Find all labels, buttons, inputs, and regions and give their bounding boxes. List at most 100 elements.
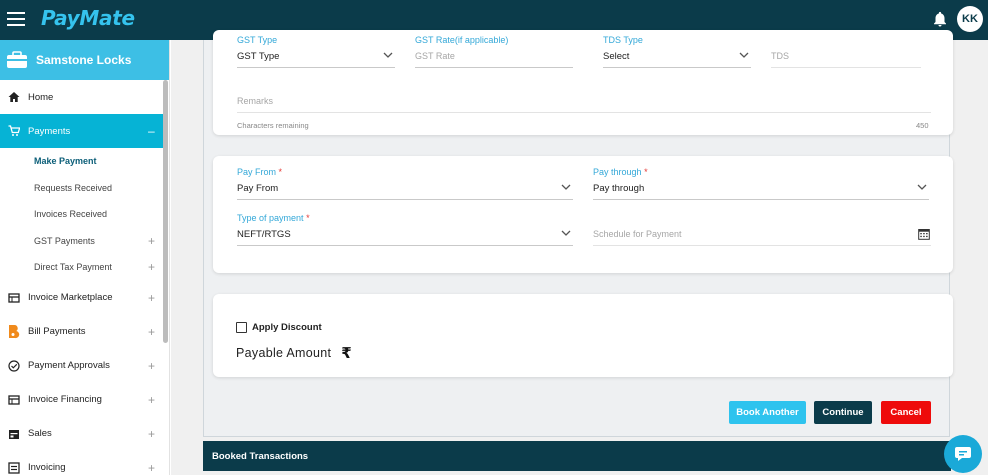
sidebar-item-label: Invoicing [28,462,66,473]
tds-type-label: TDS Type [603,35,643,45]
sidebar-subitem-label: GST Payments [34,235,95,246]
chevron-down-icon [739,52,749,58]
expand-icon[interactable]: + [148,393,155,407]
home-icon [7,91,20,104]
type-of-payment-label-text: Type of payment [237,213,304,223]
tds-type-select[interactable]: TDS Type Select [603,35,751,68]
pay-through-value: Pay through [593,183,645,194]
expand-icon[interactable]: + [148,291,155,305]
type-of-payment-label: Type of payment * [237,213,310,223]
payable-amount: Payable Amount ₹ [236,344,352,362]
required-mark: * [644,167,648,177]
pay-through-label-text: Pay through [593,167,642,177]
sidebar-subitem-requests-received[interactable]: Requests Received [0,175,169,202]
sidebar-subitem-make-payment[interactable]: Make Payment [0,148,169,175]
main-content: GST Type GST Type GST Rate(if applicable… [171,30,988,475]
apply-discount-checkbox[interactable]: Apply Discount [236,322,322,333]
approval-icon [7,359,20,372]
booked-transactions-bar[interactable]: Booked Transactions [203,441,951,471]
sidebar-item-label: Bill Payments [28,326,86,337]
book-another-button[interactable]: Book Another [729,401,806,424]
sidebar-item-label: Payments [28,125,71,137]
sidebar-item-label: Home [28,91,54,103]
tds-placeholder: TDS [771,51,789,61]
chat-icon [955,447,971,461]
avatar[interactable]: KK [957,6,983,32]
brand-logo[interactable]: PayMate [41,6,135,30]
schedule-placeholder: Schedule for Payment [593,229,682,239]
cancel-button[interactable]: Cancel [881,401,931,424]
sidebar-subitem-label: Make Payment [34,156,97,167]
apply-discount-label: Apply Discount [252,322,322,333]
company-name: Samstone Locks [36,53,132,67]
sidebar-item-invoice-financing[interactable]: Invoice Financing + [0,383,169,417]
sidebar-item-payment-approvals[interactable]: Payment Approvals + [0,349,169,383]
pay-through-label: Pay through * [593,167,648,177]
remarks-input[interactable]: Remarks [237,89,931,113]
invoicing-icon [7,461,20,474]
sidebar-item-invoice-marketplace[interactable]: Invoice Marketplace + [0,281,169,315]
collapse-icon[interactable]: – [148,124,155,138]
checkbox-box[interactable] [236,322,247,333]
expand-icon[interactable]: + [148,359,155,373]
gst-type-value: GST Type [237,51,280,62]
continue-button[interactable]: Continue [814,401,872,424]
pay-from-select[interactable]: Pay From * Pay From [237,167,573,200]
pay-through-select[interactable]: Pay through * Pay through [593,167,929,200]
calendar-icon[interactable] [918,228,930,243]
gst-type-label: GST Type [237,35,278,45]
type-of-payment-value: NEFT/RTGS [237,229,291,240]
sidebar-item-label: Payment Approvals [28,360,110,371]
bill-icon [7,324,20,338]
expand-icon[interactable]: + [148,427,155,441]
sidebar-item-label: Invoice Marketplace [28,292,113,303]
expand-icon[interactable]: + [148,234,155,248]
expand-icon[interactable]: + [148,461,155,475]
sidebar-item-sales[interactable]: Sales + [0,417,169,451]
tds-input[interactable]: TDS [771,44,921,68]
characters-remaining-label: Characters remaining [237,121,309,130]
sidebar: Samstone Locks Home Payments – Make Paym… [0,40,170,475]
sidebar-subitem-label: Invoices Received [34,209,108,220]
bell-icon[interactable] [931,10,949,28]
expand-icon[interactable]: + [148,325,155,339]
sidebar-subitem-invoices-received[interactable]: Invoices Received [0,201,169,228]
type-of-payment-select[interactable]: Type of payment * NEFT/RTGS [237,213,573,246]
remarks-placeholder: Remarks [237,96,274,106]
sidebar-item-payments[interactable]: Payments – [0,114,166,148]
chevron-down-icon [383,52,393,58]
sidebar-scrollbar[interactable] [163,80,168,343]
payment-method-card: Pay From * Pay From Pay through * Pay th… [213,156,953,273]
sidebar-item-home[interactable]: Home [0,80,169,114]
marketplace-icon [7,291,20,304]
tds-type-value: Select [603,51,630,62]
chevron-down-icon [561,230,571,236]
sidebar-subitem-gst-payments[interactable]: GST Payments + [0,228,169,255]
required-mark: * [278,167,283,177]
sidebar-subitem-direct-tax-payment[interactable]: Direct Tax Payment + [0,254,169,281]
gst-type-select[interactable]: GST Type GST Type [237,35,395,68]
financing-icon [7,393,20,406]
sidebar-item-invoicing[interactable]: Invoicing + [0,451,169,475]
schedule-payment-input[interactable]: Schedule for Payment [593,222,931,246]
menu-icon[interactable] [7,12,25,26]
chevron-down-icon [917,184,927,190]
payable-card: Apply Discount Payable Amount ₹ [213,294,953,377]
pay-from-value: Pay From [237,183,279,194]
sidebar-item-label: Invoice Financing [28,394,102,405]
cart-icon [7,125,20,138]
tax-details-card: GST Type GST Type GST Rate(if applicable… [213,30,953,135]
pay-from-label-text: Pay From [237,167,277,177]
gst-rate-input[interactable]: GST Rate(if applicable) GST Rate [415,35,573,68]
payable-amount-label: Payable Amount [236,346,332,360]
gst-rate-placeholder: GST Rate [415,51,455,61]
payment-form-frame: GST Type GST Type GST Rate(if applicable… [203,30,953,437]
chevron-down-icon [561,184,571,190]
pay-from-label: Pay From * [237,167,282,177]
sidebar-item-bill-payments[interactable]: Bill Payments + [0,315,169,349]
expand-icon[interactable]: + [148,260,155,274]
company-header[interactable]: Samstone Locks [0,40,169,80]
gst-rate-label: GST Rate(if applicable) [415,35,509,45]
booked-transactions-title: Booked Transactions [212,450,309,462]
chat-button[interactable] [944,435,982,473]
